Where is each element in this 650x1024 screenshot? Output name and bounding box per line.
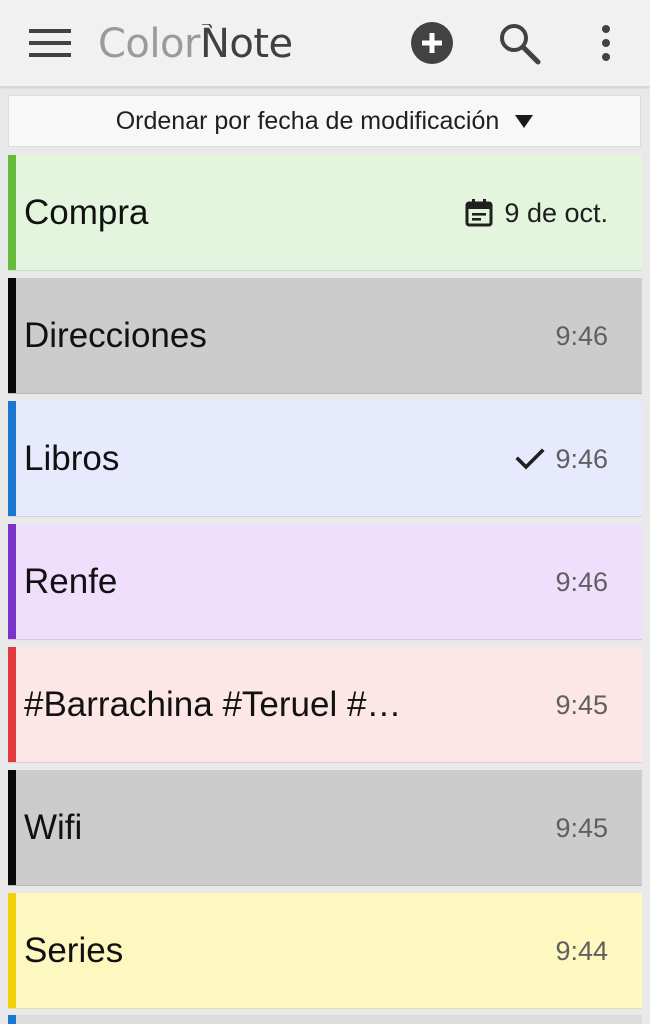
note-meta: 9:44	[555, 893, 608, 1009]
note-modified-time: 9:46	[555, 443, 608, 474]
note-meta: 9:46	[515, 401, 608, 517]
note-title: Libros	[24, 439, 120, 478]
note-item[interactable]: Libros 9:46	[8, 401, 642, 517]
note-modified-time: 9:46	[555, 566, 608, 597]
app-logo: Color Note	[98, 16, 293, 72]
note-color-stripe	[8, 401, 16, 516]
next-note-peek[interactable]	[8, 1015, 642, 1024]
search-icon	[500, 24, 541, 65]
sort-dropdown[interactable]: Ordenar por fecha de modificación	[8, 95, 641, 147]
note-color-stripe	[8, 893, 16, 1008]
note-color-stripe	[8, 647, 16, 762]
logo-color-text: Color	[98, 21, 200, 67]
note-title: Direcciones	[24, 316, 207, 355]
note-item[interactable]: Series 9:44	[8, 893, 642, 1009]
note-color-stripe	[8, 278, 16, 393]
logo-note-text: Note	[199, 21, 293, 67]
note-title: Wifi	[24, 808, 83, 847]
more-options-button[interactable]	[584, 21, 628, 65]
note-color-stripe	[8, 1015, 16, 1024]
note-meta: 9:46	[555, 524, 608, 640]
note-color-stripe	[8, 155, 16, 270]
note-color-stripe	[8, 770, 16, 885]
note-item[interactable]: Direcciones 9:46	[8, 278, 642, 394]
note-modified-time: 9:45	[555, 812, 608, 843]
note-title: #Barrachina #Teruel #…	[24, 685, 402, 724]
sort-label: Ordenar por fecha de modificación	[115, 106, 500, 135]
add-note-button[interactable]	[410, 21, 454, 65]
notes-list: Compra 9 de oct. Direcciones 9:46 Libros 9:46…	[8, 155, 642, 1016]
app-toolbar: Color Note	[0, 0, 650, 87]
note-item[interactable]: #Barrachina #Teruel #… 9:45	[8, 647, 642, 763]
note-title: Renfe	[24, 562, 118, 601]
note-item[interactable]: Compra 9 de oct.	[8, 155, 642, 271]
add-circle-icon	[411, 22, 453, 64]
note-color-stripe	[8, 524, 16, 639]
note-title: Compra	[24, 193, 149, 232]
note-modified-time: 9 de oct.	[504, 197, 608, 228]
note-meta: 9:46	[555, 278, 608, 394]
calendar-icon	[464, 198, 494, 228]
note-title: Series	[24, 931, 124, 970]
note-meta: 9:45	[555, 770, 608, 886]
note-item[interactable]: Renfe 9:46	[8, 524, 642, 640]
note-modified-time: 9:44	[555, 935, 608, 966]
more-vertical-icon	[602, 25, 610, 61]
note-modified-time: 9:46	[555, 320, 608, 351]
note-item[interactable]: Wifi 9:45	[8, 770, 642, 886]
note-meta: 9 de oct.	[464, 155, 608, 271]
search-button[interactable]	[497, 21, 541, 65]
dropdown-arrow-icon	[515, 114, 534, 128]
note-modified-time: 9:45	[555, 689, 608, 720]
hamburger-menu-icon[interactable]	[28, 21, 72, 65]
note-fold-icon	[201, 24, 212, 29]
checkmark-icon	[515, 444, 545, 474]
note-meta: 9:45	[555, 647, 608, 763]
